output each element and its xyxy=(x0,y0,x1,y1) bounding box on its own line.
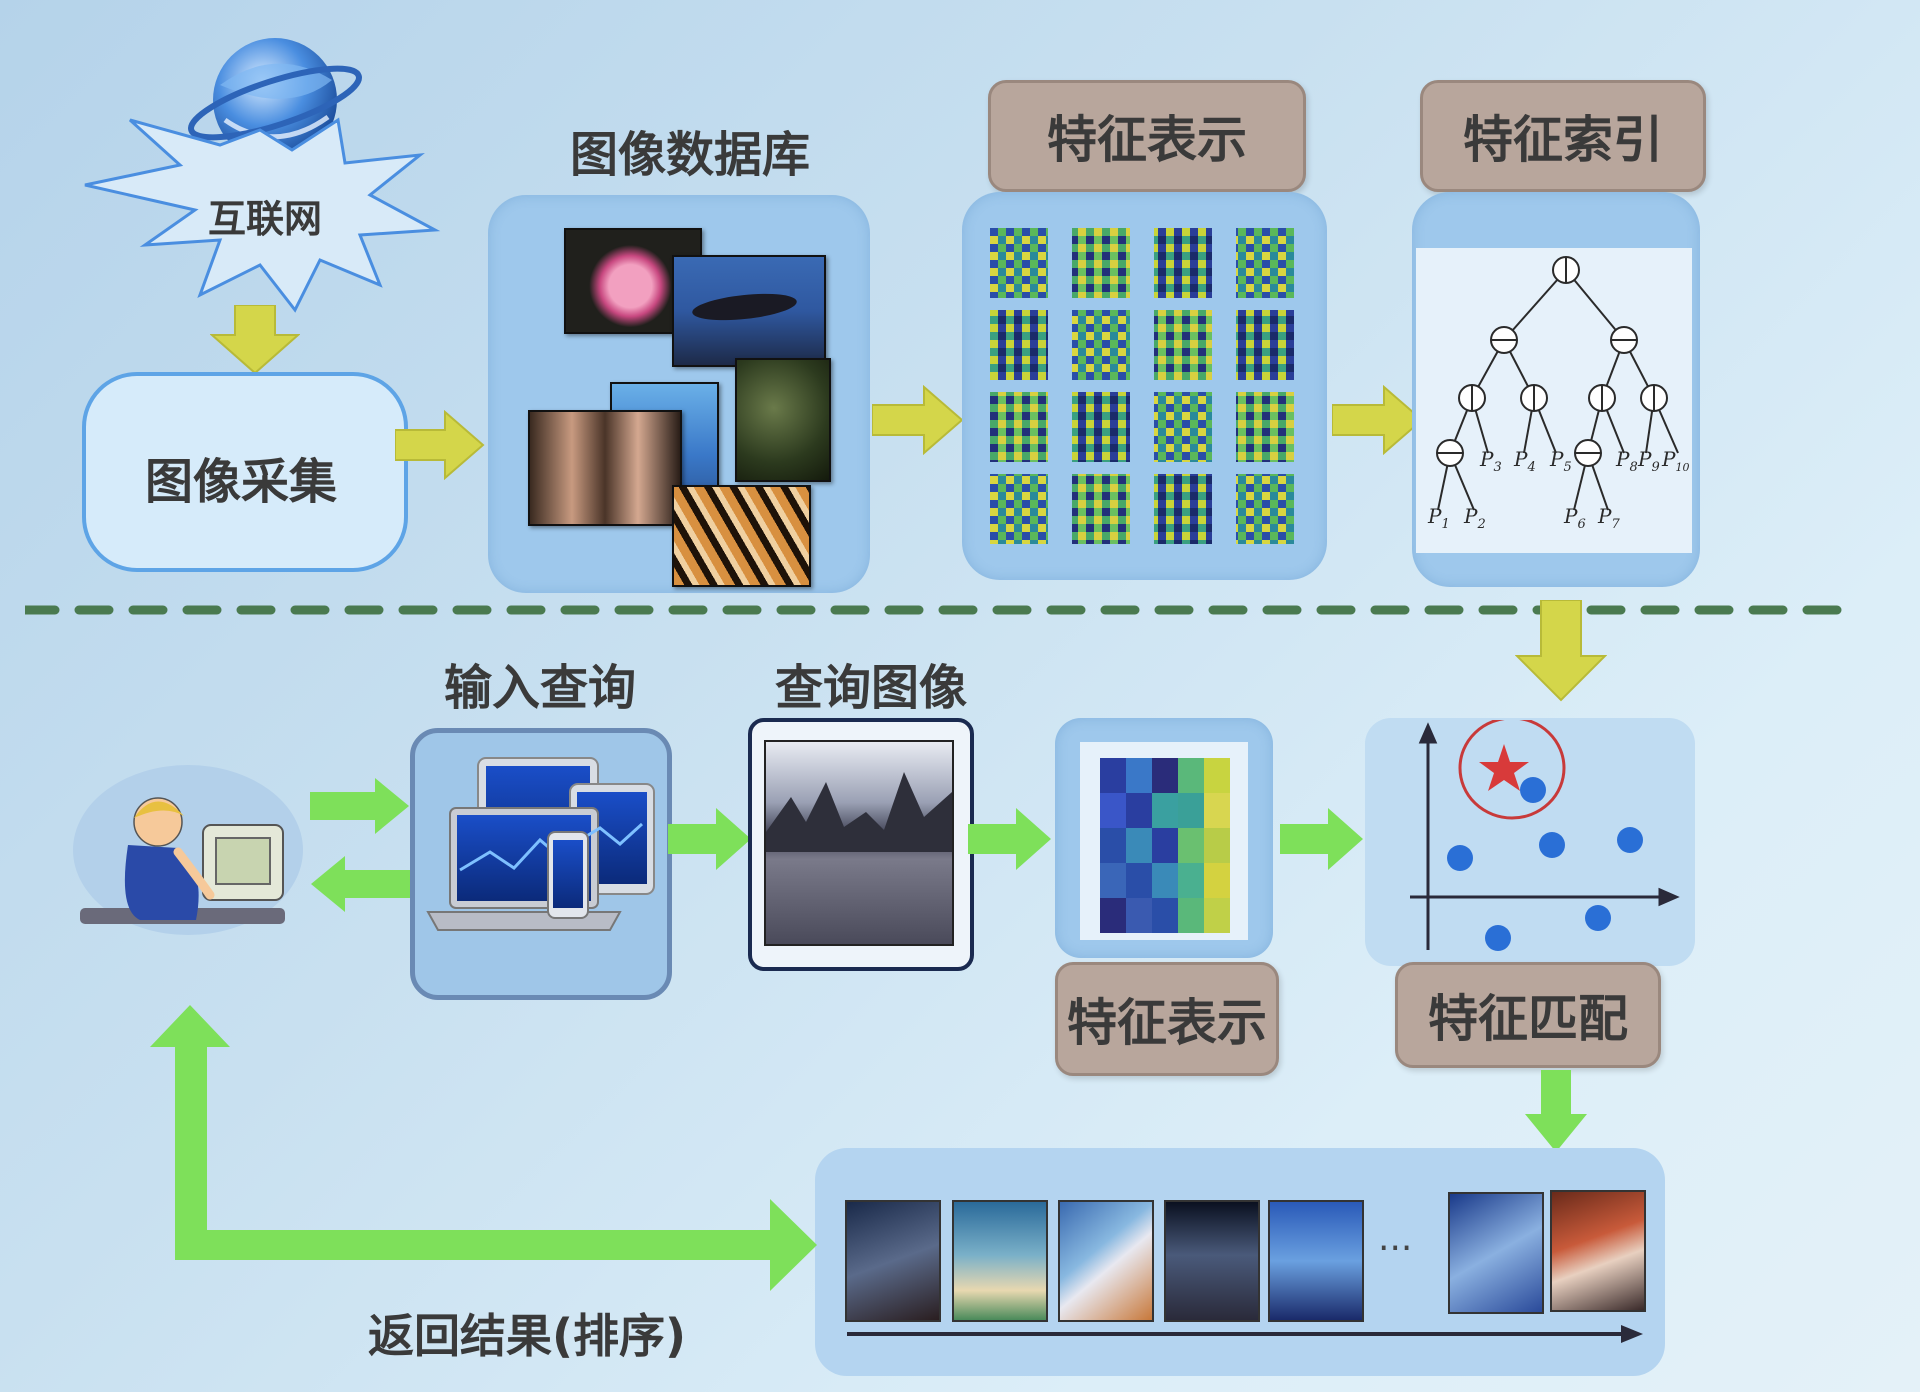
svg-text:P5: P5 xyxy=(1549,447,1572,475)
patch-row-3 xyxy=(990,392,1294,462)
return-results-arrow xyxy=(150,1005,817,1291)
result-thumb-1 xyxy=(845,1200,941,1322)
arrows-user-device xyxy=(310,778,410,912)
patch-row-4 xyxy=(990,474,1294,544)
whale-photo xyxy=(672,255,826,367)
result-thumb-5 xyxy=(1268,1200,1364,1322)
heatmap-col-4 xyxy=(1178,758,1204,933)
arrow-right-green-1 xyxy=(668,808,751,870)
feature-representation-tag-bottom: 特征表示 xyxy=(1055,962,1279,1076)
svg-text:P8: P8 xyxy=(1615,447,1638,475)
tree-nodes xyxy=(1436,256,1668,467)
result-thumb-4 xyxy=(1164,1200,1260,1322)
arrow-right-green-2 xyxy=(968,808,1051,870)
image-database-title: 图像数据库 xyxy=(570,127,811,183)
feature-vector-heatmap xyxy=(1100,758,1230,933)
feature-index-tag: 特征索引 xyxy=(1420,80,1706,192)
svg-text:P4: P4 xyxy=(1513,447,1536,475)
couple-photo xyxy=(528,410,682,526)
index-tree: P3 P4 P5 P8 P9 P10 P1 P2 P6 P7 xyxy=(1427,256,1689,532)
patch-row-2 xyxy=(990,310,1294,380)
result-thumb-3 xyxy=(1058,1200,1154,1322)
forest-photo xyxy=(735,358,831,482)
results-ellipsis: ··· xyxy=(1378,1228,1413,1269)
query-photo xyxy=(764,740,954,946)
return-results-label: 返回结果(排序) xyxy=(368,1309,687,1363)
matching-scatter xyxy=(1410,720,1680,951)
svg-text:P10: P10 xyxy=(1661,447,1689,474)
svg-text:P9: P9 xyxy=(1637,447,1660,475)
feature-patch-grid xyxy=(990,228,1294,544)
result-thumb-2 xyxy=(952,1200,1048,1322)
user-computer-icon xyxy=(73,765,303,935)
patch-row-1 xyxy=(990,228,1294,298)
heatmap-col-5 xyxy=(1204,758,1230,933)
query-image-title: 查询图像 xyxy=(774,660,967,716)
internet-starburst xyxy=(84,38,441,313)
arrow-down-yellow-2 xyxy=(1515,600,1607,702)
heatmap-col-1 xyxy=(1100,758,1126,933)
feature-representation-tag-top: 特征表示 xyxy=(988,80,1306,192)
devices-icon xyxy=(426,757,655,931)
internet-label: 互联网 xyxy=(207,197,322,241)
svg-text:P2: P2 xyxy=(1463,504,1486,532)
heatmap-col-2 xyxy=(1126,758,1152,933)
arrow-right-yellow-2 xyxy=(872,385,964,455)
result-thumb-6 xyxy=(1448,1192,1544,1314)
svg-text:P3: P3 xyxy=(1479,447,1502,475)
input-query-title: 输入查询 xyxy=(443,660,636,716)
arrow-right-yellow-3 xyxy=(1332,385,1424,455)
arrow-right-yellow-1 xyxy=(395,410,485,480)
arrow-down-yellow-1 xyxy=(210,305,300,375)
tiger-photo xyxy=(672,485,811,587)
heatmap-col-3 xyxy=(1152,758,1178,933)
svg-text:P6: P6 xyxy=(1563,504,1586,532)
svg-text:P1: P1 xyxy=(1427,504,1450,532)
retrieval-diagram: { "labels": { "internet": "互联网", "image_… xyxy=(0,0,1920,1392)
result-thumb-7 xyxy=(1550,1190,1646,1312)
svg-text:P7: P7 xyxy=(1597,504,1620,532)
feature-matching-tag: 特征匹配 xyxy=(1395,962,1661,1068)
arrow-down-green xyxy=(1525,1070,1587,1152)
image-collection-label: 图像采集 xyxy=(144,454,337,510)
arrow-right-green-3 xyxy=(1280,808,1363,870)
ranking-arrow xyxy=(847,1325,1643,1343)
